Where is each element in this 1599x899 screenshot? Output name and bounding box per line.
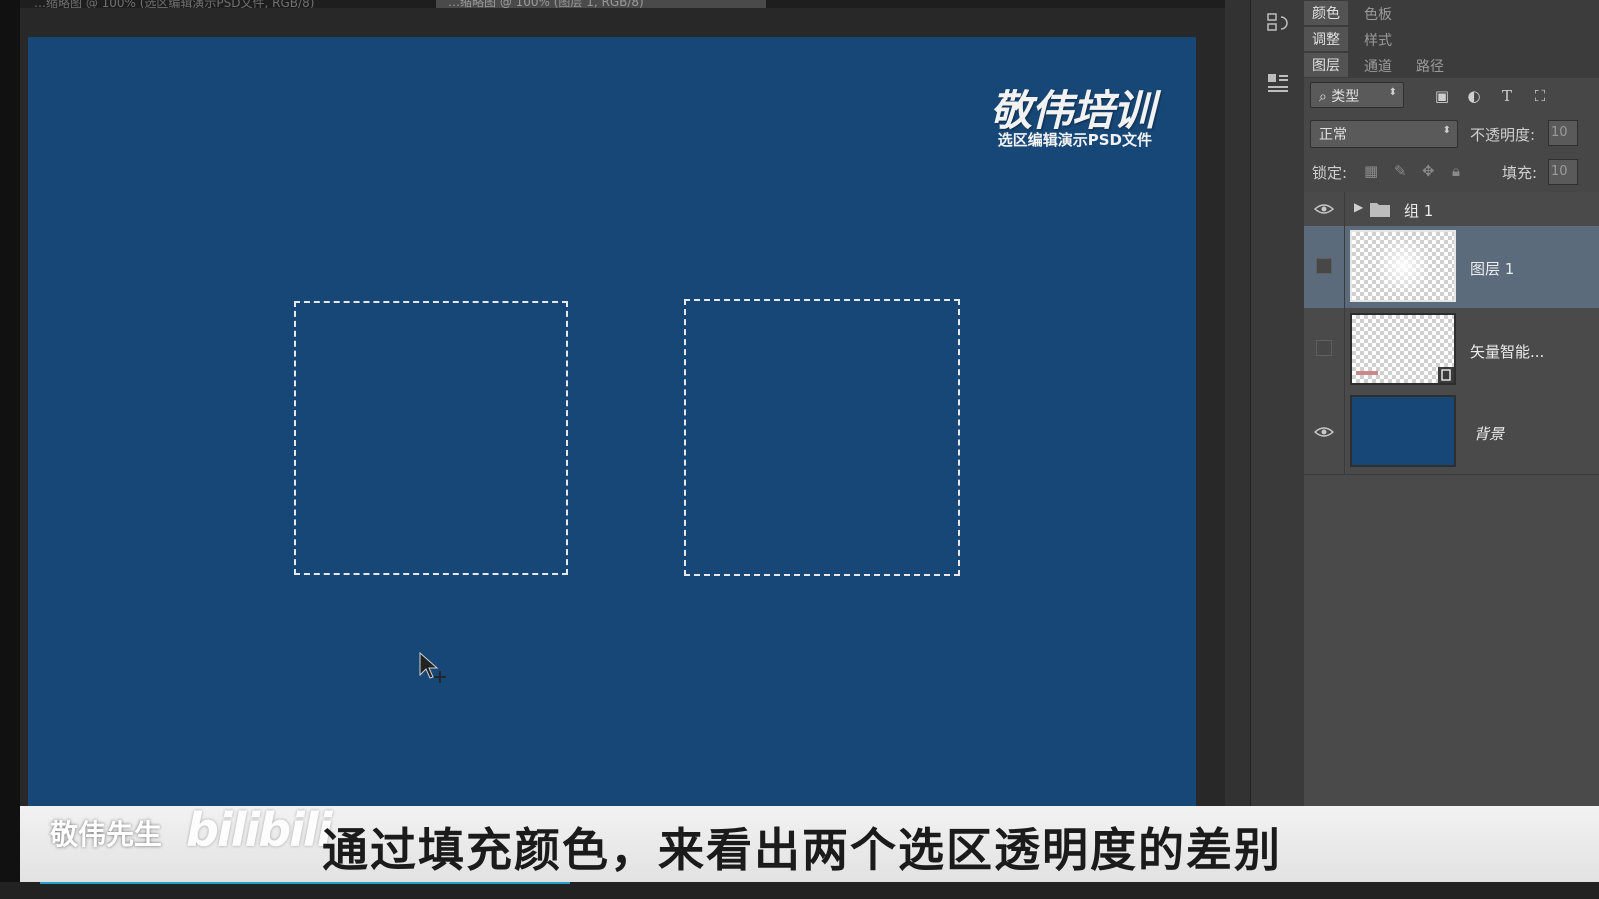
- tab-paths[interactable]: 路径: [1416, 56, 1444, 76]
- document-tab-label: …缩略图 @ 100% (图层 1, RGB/8): [448, 0, 644, 8]
- expand-arrow-icon[interactable]: ▶: [1354, 200, 1363, 214]
- updown-icon: ⬍: [1442, 125, 1451, 136]
- filter-type-label: 类型: [1331, 89, 1360, 105]
- folder-icon: [1370, 203, 1390, 217]
- document-tab-bar: …缩略图 @ 100% (选区编辑演示PSD文件, RGB/8) …缩略图 @ …: [20, 0, 1250, 8]
- updown-icon: ⬍: [1388, 87, 1397, 98]
- blend-mode-select[interactable]: 正常 ⬍: [1310, 120, 1458, 148]
- tab-swatches[interactable]: 色板: [1364, 4, 1392, 24]
- history-icon[interactable]: [1265, 10, 1291, 36]
- blend-mode-value: 正常: [1319, 127, 1347, 143]
- canvas-scrollbar[interactable]: [1225, 0, 1250, 823]
- smart-object-badge-icon: [1438, 367, 1454, 383]
- layer-row-smart-object[interactable]: 矢量智能...: [1304, 308, 1599, 391]
- tab-color[interactable]: 颜色: [1304, 1, 1348, 25]
- tab-channels[interactable]: 通道: [1364, 56, 1392, 76]
- canvas[interactable]: 敬伟培训 选区编辑演示PSD文件: [28, 37, 1196, 823]
- properties-icon[interactable]: [1265, 70, 1291, 96]
- document-tab-active[interactable]: …缩略图 @ 100% (图层 1, RGB/8): [436, 0, 766, 8]
- layer-name: 背景: [1474, 425, 1505, 443]
- video-subtitle: 通过填充颜色，来看出两个选区透明度的差别: [322, 823, 1282, 877]
- eye-icon[interactable]: [1314, 202, 1334, 216]
- layer-name: 组 1: [1404, 202, 1434, 220]
- panel-tabs-adjust: 调整 样式: [1304, 26, 1599, 53]
- platform-logo: bilibili: [186, 803, 332, 857]
- left-edge: [0, 0, 20, 899]
- search-icon: ⌕: [1319, 89, 1332, 105]
- visibility-cell: [1304, 308, 1345, 390]
- layer-name: 图层 1: [1470, 260, 1515, 278]
- tab-styles[interactable]: 样式: [1364, 30, 1392, 50]
- layer-name: 矢量智能...: [1470, 343, 1545, 361]
- right-panel-dock: 颜色 色板 调整 样式 图层 通道 路径 ⌕ 类型 ⬍ ▣ ◐ T ⛶ 正常 ⬍…: [1304, 0, 1599, 823]
- lock-transparent-icon[interactable]: ▦: [1364, 162, 1378, 180]
- tab-layers[interactable]: 图层: [1304, 53, 1348, 77]
- visibility-cell: [1304, 226, 1345, 308]
- filter-adjustment-icon[interactable]: ◐: [1465, 87, 1483, 105]
- visibility-toggle[interactable]: [1316, 340, 1332, 356]
- lock-label: 锁定:: [1312, 164, 1348, 182]
- opacity-input[interactable]: 10: [1548, 120, 1578, 146]
- filter-shape-icon[interactable]: ⛶: [1531, 87, 1549, 105]
- thumbnail-mark: [1356, 371, 1378, 375]
- layer-row-background[interactable]: 背景: [1304, 390, 1599, 475]
- visibility-cell: [1304, 390, 1345, 474]
- layer-row-layer1[interactable]: 图层 1: [1304, 226, 1599, 309]
- move-cursor-icon: [419, 651, 446, 683]
- tab-adjustments[interactable]: 调整: [1304, 27, 1348, 51]
- filter-type-icon[interactable]: T: [1498, 87, 1516, 105]
- eye-icon[interactable]: [1314, 425, 1334, 439]
- panel-tabs-color: 颜色 色板: [1304, 0, 1599, 27]
- lock-row: 锁定: ▦ ✎ ✥ 🔒︎ 填充: 10: [1304, 154, 1599, 193]
- layer-thumbnail: [1350, 230, 1456, 302]
- visibility-cell: [1304, 192, 1345, 226]
- layer-row-group[interactable]: ▶ 组 1: [1304, 192, 1599, 227]
- layer-thumbnail: [1350, 313, 1456, 385]
- fill-input[interactable]: 10: [1548, 159, 1578, 185]
- layer-filter-select[interactable]: ⌕ 类型 ⬍: [1310, 82, 1404, 108]
- lock-all-icon[interactable]: 🔒︎: [1452, 162, 1460, 180]
- video-progress-strip: [0, 882, 1599, 899]
- author-watermark: 敬伟先生: [50, 818, 163, 851]
- lock-position-icon[interactable]: ✥: [1422, 162, 1435, 180]
- panel-tabs-layers: 图层 通道 路径: [1304, 52, 1599, 79]
- collapsed-panel-strip: [1250, 0, 1305, 823]
- progress-line: [40, 882, 570, 884]
- brand-subtitle: 选区编辑演示PSD文件: [997, 131, 1152, 149]
- blend-row: 正常 ⬍ 不透明度: 10: [1304, 114, 1599, 154]
- document-tab[interactable]: …缩略图 @ 100% (选区编辑演示PSD文件, RGB/8): [34, 0, 314, 8]
- layer-filter-row: ⌕ 类型 ⬍: [1304, 78, 1599, 114]
- selection-marquee-left[interactable]: [294, 301, 568, 575]
- selection-marquee-right[interactable]: [684, 299, 960, 576]
- visibility-toggle[interactable]: [1316, 258, 1332, 274]
- opacity-label: 不透明度:: [1470, 126, 1536, 144]
- fill-label: 填充:: [1502, 164, 1538, 182]
- layer-thumbnail: [1350, 395, 1456, 467]
- filter-pixel-icon[interactable]: ▣: [1433, 87, 1451, 105]
- thumbnail-glow: [1352, 232, 1454, 300]
- lock-paint-icon[interactable]: ✎: [1394, 162, 1407, 180]
